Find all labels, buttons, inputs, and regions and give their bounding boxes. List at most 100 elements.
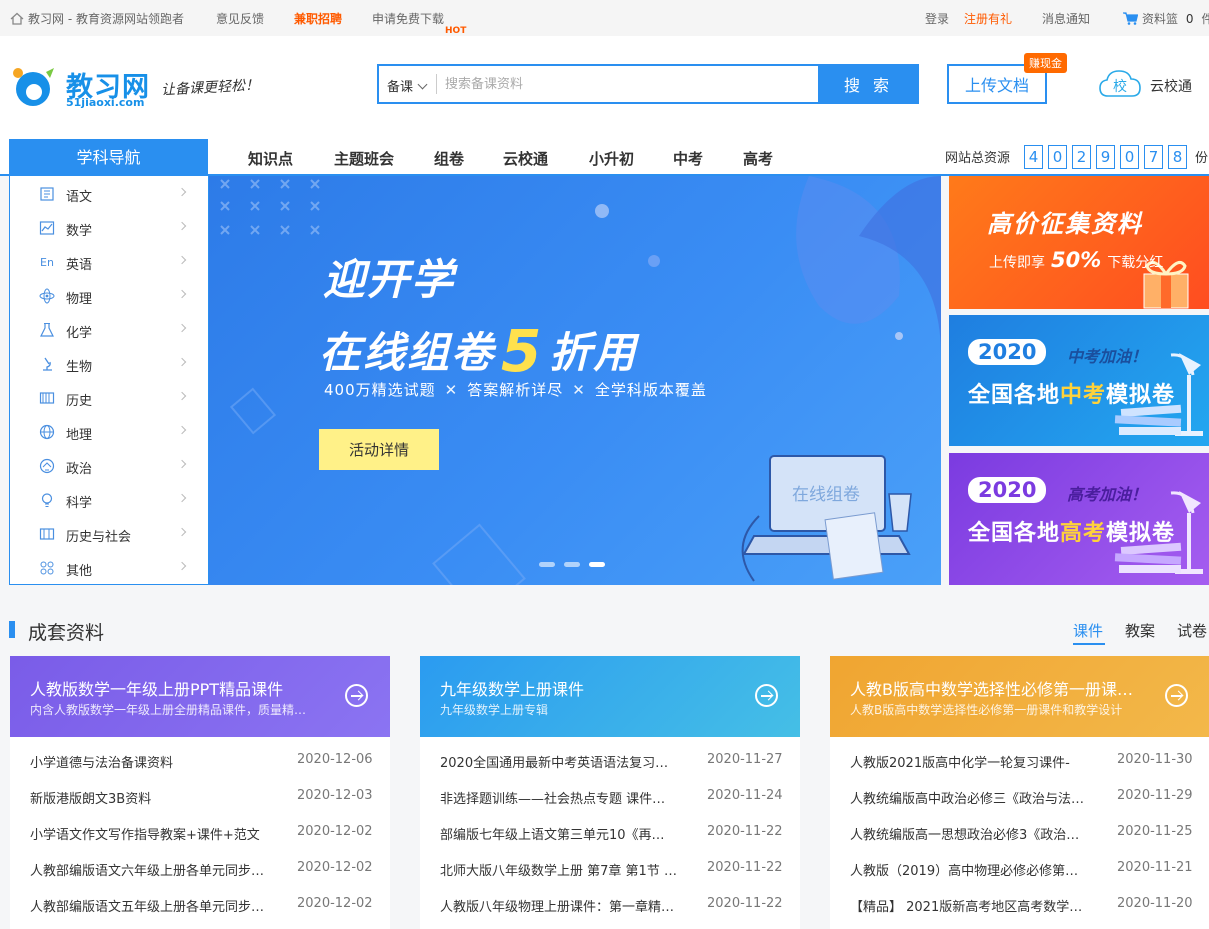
sidebar-item-other[interactable]: 其他	[10, 551, 208, 585]
carousel-dot[interactable]	[564, 562, 580, 567]
card-header[interactable]: 人教B版高中数学选择性必修第一册课… 人教B版高中数学选择性必修第一册课件和教学…	[830, 656, 1209, 737]
list-item[interactable]: 小学道德与法治备课资料 2020-12-06	[10, 742, 390, 778]
sidebar-item-physics[interactable]: 物理	[10, 279, 208, 313]
header: 教习网 51jiaoxi.com 让备课更轻松！ 备课 搜 索 上传文档 赚现金…	[0, 36, 1209, 140]
ad-collect-materials[interactable]: 高价征集资料 上传即享 50% 下载分红	[949, 176, 1209, 309]
basket-link[interactable]: 资料篮 0 件	[1123, 10, 1209, 27]
tab-courseware[interactable]: 课件	[1073, 620, 1103, 641]
nav-link-class-meeting[interactable]: 主题班会	[334, 148, 394, 169]
arrow-right-icon[interactable]	[345, 684, 368, 707]
cloud-school-link[interactable]: 云校通	[1150, 76, 1192, 96]
home-link[interactable]: 教习网 - 教育资源网站领跑者	[10, 10, 184, 27]
list-item-date: 2020-12-02	[297, 896, 373, 911]
sidebar-item-english[interactable]: En 英语	[10, 245, 208, 279]
search-type-select[interactable]: 备课	[387, 76, 428, 95]
total-unit: 份	[1195, 151, 1209, 166]
english-icon: En	[40, 256, 54, 269]
card-header[interactable]: 九年级数学上册课件 九年级数学上册专辑	[420, 656, 800, 737]
tab-test-papers[interactable]: 试卷	[1177, 620, 1207, 641]
sidebar-item-math[interactable]: 数学	[10, 211, 208, 245]
list-item[interactable]: 【精品】 2021版新高考地区高考数学… 2020-11-20	[830, 886, 1209, 922]
search-button[interactable]: 搜 索	[818, 64, 919, 104]
sidebar-item-label: 化学	[66, 326, 93, 341]
grid-icon	[40, 561, 54, 575]
ad2-highlight: 中考	[1060, 383, 1107, 408]
politics-icon	[39, 458, 55, 474]
sidebar-item-label: 科学	[66, 496, 93, 511]
list-item[interactable]: 2020全国通用最新中考英语语法复习… 2020-11-27	[420, 742, 800, 778]
ad1-subtitle: 上传即享 50% 下载分红	[989, 248, 1163, 272]
sidebar-item-history-society[interactable]: 历史与社会	[10, 517, 208, 551]
messages-link[interactable]: 消息通知	[1042, 10, 1090, 27]
home-icon	[10, 12, 24, 25]
search-type-label: 备课	[387, 80, 414, 95]
section-accent-bar	[9, 621, 15, 638]
list-item-title: 人教版八年级物理上册课件：第一章精…	[440, 900, 675, 915]
arrow-right-icon[interactable]	[755, 684, 778, 707]
sidebar-item-geography[interactable]: 地理	[10, 415, 208, 449]
subject-nav-toggle[interactable]: 学科导航	[9, 139, 208, 176]
chevron-right-icon	[177, 561, 187, 571]
ad1-percent: 50%	[1051, 248, 1102, 272]
main-banner[interactable]: 迎开学 在线组卷 5 折用 400万精选试题 ✕ 答案解析详尽 ✕ 全学科版本覆盖 活动详情…	[209, 176, 941, 585]
nav-link-compose-paper[interactable]: 组卷	[434, 148, 464, 169]
ad3-line-a: 全国各地	[968, 521, 1061, 546]
sidebar-item-biology[interactable]: 生物	[10, 347, 208, 381]
logo-icon[interactable]	[10, 64, 56, 110]
section-title: 成套资料	[28, 622, 105, 644]
nav-link-cloud-school[interactable]: 云校通	[503, 148, 548, 169]
tab-lesson-plans[interactable]: 教案	[1125, 620, 1155, 641]
list-item[interactable]: 新版港版朗文3B资料 2020-12-03	[10, 778, 390, 814]
total-digit: 0	[1048, 145, 1067, 169]
sidebar-item-label: 物理	[66, 292, 93, 307]
list-item-date: 2020-12-03	[297, 788, 373, 803]
sidebar-item-history[interactable]: 历史	[10, 381, 208, 415]
ad-zhongkao-mock[interactable]: 2020 中考加油！ 全国各地中考模拟卷	[949, 315, 1209, 446]
card-description: 内含人教版数学一年级上册全册精品课件，质量精…	[30, 703, 307, 717]
card-header[interactable]: 人教版数学一年级上册PPT精品课件 内含人教版数学一年级上册全册精品课件，质量精…	[10, 656, 390, 737]
jobs-link[interactable]: 兼职招聘	[294, 10, 342, 27]
cloud-school-icon[interactable]: 校	[1098, 68, 1142, 100]
carousel-dot-active[interactable]	[589, 562, 605, 567]
list-item[interactable]: 人教统编版高中政治必修三《政治与法… 2020-11-29	[830, 778, 1209, 814]
list-item[interactable]: 人教统编版高一思想政治必修3《政治… 2020-11-25	[830, 814, 1209, 850]
nav-link-zhongkao[interactable]: 中考	[673, 148, 703, 169]
search-input[interactable]	[445, 73, 805, 95]
carousel-dot[interactable]	[539, 562, 555, 567]
activity-details-button[interactable]: 活动详情	[319, 429, 439, 470]
sidebar-item-politics[interactable]: 政治	[10, 449, 208, 483]
register-link[interactable]: 注册有礼	[964, 10, 1012, 27]
earn-cash-badge: 赚现金	[1024, 53, 1067, 73]
list-item[interactable]: 北师大版八年级数学上册 第7章 第1节 … 2020-11-22	[420, 850, 800, 886]
bulb-icon	[41, 493, 53, 507]
nav-link-gaokao[interactable]: 高考	[743, 148, 773, 169]
list-item[interactable]: 人教部编版语文六年级上册各单元同步… 2020-12-02	[10, 850, 390, 886]
login-link[interactable]: 登录	[925, 10, 949, 27]
list-item[interactable]: 部编版七年级上语文第三单元10《再… 2020-11-22	[420, 814, 800, 850]
card-title: 人教版数学一年级上册PPT精品课件	[30, 680, 284, 699]
list-item[interactable]: 人教版八年级物理上册课件：第一章精… 2020-11-22	[420, 886, 800, 922]
list-item[interactable]: 人教版2021版高中化学一轮复习课件- 2020-11-30	[830, 742, 1209, 778]
free-download-link[interactable]: 申请免费下载HOT	[372, 10, 466, 36]
list-item[interactable]: 人教部编版语文五年级上册各单元同步… 2020-12-02	[10, 886, 390, 922]
list-item[interactable]: 人教版（2019）高中物理必修必修第… 2020-11-21	[830, 850, 1209, 886]
banner-subtitle: 在线组卷 5 折用	[319, 313, 637, 385]
chevron-right-icon	[177, 357, 187, 367]
list-item[interactable]: 非选择题训练——社会热点专题 课件… 2020-11-24	[420, 778, 800, 814]
list-item-title: 2020全国通用最新中考英语语法复习…	[440, 756, 669, 771]
ad-gaokao-mock[interactable]: 2020 高考加油！ 全国各地高考模拟卷	[949, 453, 1209, 585]
site-title: 教习网 - 教育资源网站领跑者	[28, 12, 184, 26]
chevron-right-icon	[177, 391, 187, 401]
list-item-title: 小学语文作文写作指导教案+课件+范文	[30, 828, 260, 843]
feedback-link[interactable]: 意见反馈	[216, 10, 264, 27]
nav-link-primary-to-middle[interactable]: 小升初	[589, 148, 634, 169]
arrow-right-icon[interactable]	[1165, 684, 1188, 707]
globe-icon	[39, 424, 55, 440]
nav-link-knowledge[interactable]: 知识点	[248, 148, 293, 169]
search-divider	[436, 74, 437, 94]
ad1-sub-a: 上传即享	[989, 255, 1045, 271]
list-item[interactable]: 小学语文作文写作指导教案+课件+范文 2020-12-02	[10, 814, 390, 850]
sidebar-item-chinese[interactable]: 语文	[10, 177, 208, 211]
sidebar-item-science[interactable]: 科学	[10, 483, 208, 517]
sidebar-item-chemistry[interactable]: 化学	[10, 313, 208, 347]
